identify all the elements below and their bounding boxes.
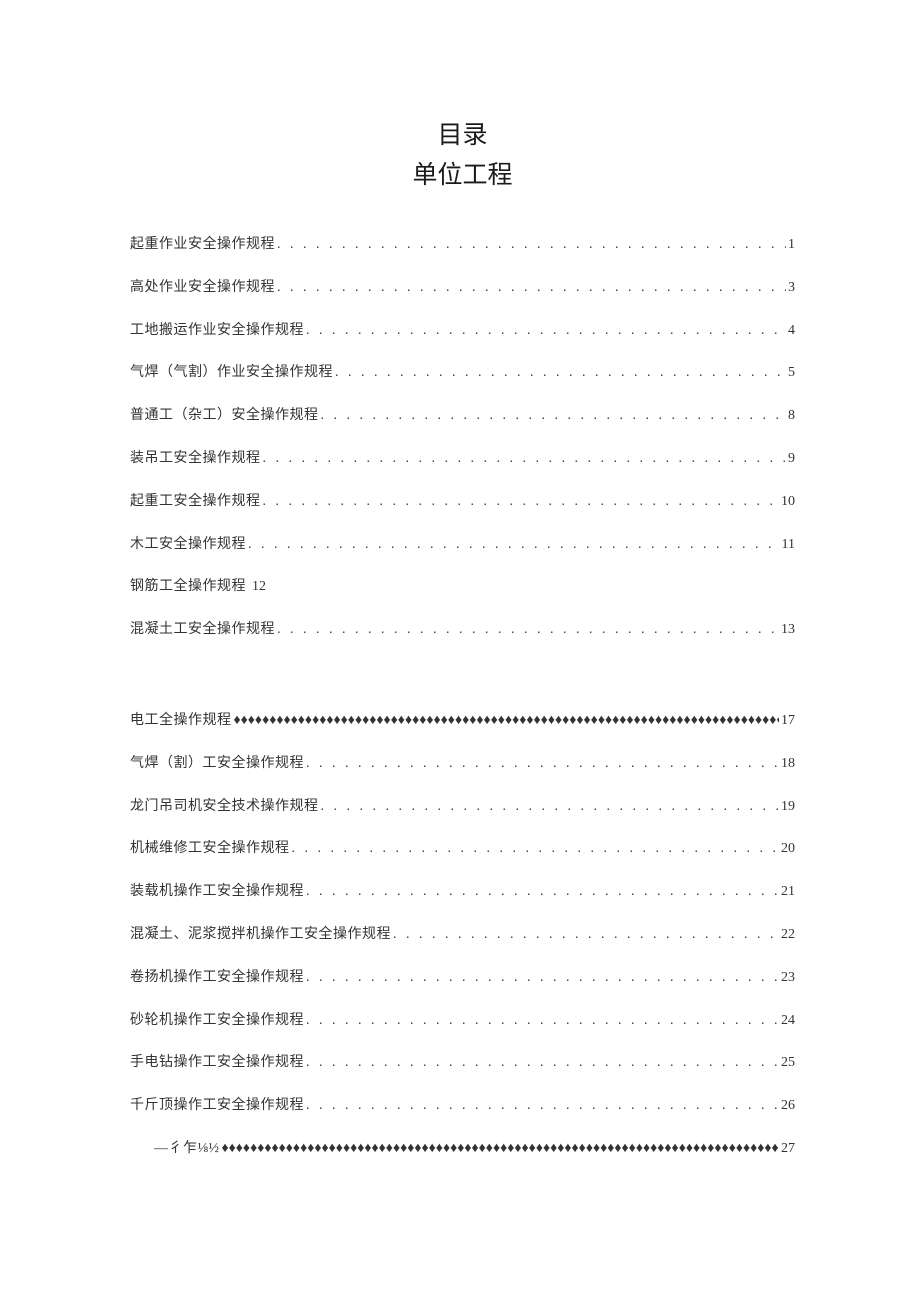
- toc-leader-dots: . . . . . . . . . . . . . . . . . . . . …: [263, 451, 787, 468]
- toc-entry-title: 高处作业安全操作规程: [130, 280, 275, 297]
- toc-entry-page: 23: [781, 970, 795, 987]
- toc-entry: 砂轮机操作工安全操作规程. . . . . . . . . . . . . . …: [130, 1013, 795, 1030]
- toc-entry-title: 木工安全操作规程: [130, 537, 246, 554]
- toc-entry-title: 电工全操作规程: [130, 713, 232, 730]
- toc-leader-dots: . . . . . . . . . . . . . . . . . . . . …: [306, 970, 779, 987]
- toc-leader-dots: . . . . . . . . . . . . . . . . . . . . …: [248, 537, 780, 554]
- toc-entry-page: 4: [788, 323, 795, 340]
- toc-leader-dots: . . . . . . . . . . . . . . . . . . . . …: [277, 280, 786, 297]
- toc-entry: 起重工安全操作规程. . . . . . . . . . . . . . . .…: [130, 494, 795, 511]
- toc-entry: 气焊（割）工安全操作规程. . . . . . . . . . . . . . …: [130, 756, 795, 773]
- toc-leader-dots: . . . . . . . . . . . . . . . . . . . . …: [306, 1055, 779, 1072]
- toc-entry-page: 12: [252, 579, 266, 596]
- toc-entry-page: 26: [781, 1098, 795, 1115]
- table-of-contents: 起重作业安全操作规程. . . . . . . . . . . . . . . …: [130, 237, 795, 1158]
- toc-entry-page: 20: [781, 841, 795, 858]
- toc-entry: 工地搬运作业安全操作规程. . . . . . . . . . . . . . …: [130, 323, 795, 340]
- toc-entry: —彳乍⅛½. . . . . . . . . . . . . . . . . .…: [154, 1141, 795, 1158]
- toc-leader-dots: . . . . . . . . . . . . . . . . . . . . …: [321, 408, 787, 425]
- toc-entry-title: 起重作业安全操作规程: [130, 237, 275, 254]
- toc-entry-page: 11: [782, 537, 795, 554]
- toc-entry: 装载机操作工安全操作规程. . . . . . . . . . . . . . …: [130, 884, 795, 901]
- page-content: 目录 单位工程 起重作业安全操作规程. . . . . . . . . . . …: [0, 0, 920, 1264]
- toc-leader-dots: . . . . . . . . . . . . . . . . . . . . …: [335, 365, 786, 382]
- toc-leader-dots: . . . . . . . . . . . . . . . . . . . . …: [306, 884, 779, 901]
- toc-entry: 千斤顶操作工安全操作规程. . . . . . . . . . . . . . …: [130, 1098, 795, 1115]
- toc-entry-page: 27: [781, 1141, 795, 1158]
- toc-leader-dots: . . . . . . . . . . . . . . . . . . . . …: [292, 841, 780, 858]
- toc-entry-page: 24: [781, 1013, 795, 1030]
- toc-leader-dots: . . . . . . . . . . . . . . . . . . . . …: [277, 622, 779, 639]
- toc-leader-dots: . . . . . . . . . . . . . . . . . . . . …: [306, 1013, 779, 1030]
- toc-entry-page: 8: [788, 408, 795, 425]
- toc-leader-dots: . . . . . . . . . . . . . . . . . . . . …: [321, 799, 780, 816]
- toc-entry-page: 3: [788, 280, 795, 297]
- toc-entry: 机械维修工安全操作规程. . . . . . . . . . . . . . .…: [130, 841, 795, 858]
- toc-entry-page: 9: [788, 451, 795, 468]
- toc-entry-title: 气焊（割）工安全操作规程: [130, 756, 304, 773]
- toc-entry-page: 18: [781, 756, 795, 773]
- toc-entry-page: 19: [781, 799, 795, 816]
- toc-entry: 高处作业安全操作规程. . . . . . . . . . . . . . . …: [130, 280, 795, 297]
- toc-leader-diamonds: ♦♦♦♦♦♦♦♦♦♦♦♦♦♦♦♦♦♦♦♦♦♦♦♦♦♦♦♦♦♦♦♦♦♦♦♦♦♦♦♦…: [234, 713, 780, 730]
- toc-entry-title: 机械维修工安全操作规程: [130, 841, 290, 858]
- toc-entry: 电工全操作规程. . . . . . . . . . . . . . . . .…: [130, 713, 795, 730]
- toc-entry-page: 10: [781, 494, 795, 511]
- toc-entry-title: 起重工安全操作规程: [130, 494, 261, 511]
- toc-entry: 装吊工安全操作规程. . . . . . . . . . . . . . . .…: [130, 451, 795, 468]
- toc-leader-dots: . . . . . . . . . . . . . . . . . . . . …: [306, 756, 779, 773]
- toc-entry-title: 混凝土工安全操作规程: [130, 622, 275, 639]
- toc-entry-title: 普通工（杂工）安全操作规程: [130, 408, 319, 425]
- toc-entry-page: 21: [781, 884, 795, 901]
- toc-entry-title: 砂轮机操作工安全操作规程: [130, 1013, 304, 1030]
- toc-leader-dots: . . . . . . . . . . . . . . . . . . . . …: [277, 237, 786, 254]
- toc-entry: 起重作业安全操作规程. . . . . . . . . . . . . . . …: [130, 237, 795, 254]
- toc-leader-diamonds: ♦♦♦♦♦♦♦♦♦♦♦♦♦♦♦♦♦♦♦♦♦♦♦♦♦♦♦♦♦♦♦♦♦♦♦♦♦♦♦♦…: [222, 1141, 780, 1158]
- toc-entry-title: —彳乍⅛½: [154, 1141, 220, 1158]
- title-line-1: 目录: [437, 121, 487, 149]
- toc-entry-title: 混凝土、泥浆搅拌机操作工安全操作规程: [130, 927, 391, 944]
- toc-entry: 气焊（气割）作业安全操作规程. . . . . . . . . . . . . …: [130, 365, 795, 382]
- toc-entry-page: 25: [781, 1055, 795, 1072]
- toc-leader-dots: . . . . . . . . . . . . . . . . . . . . …: [306, 323, 786, 340]
- toc-entry-page: 13: [781, 622, 795, 639]
- title-line-2: 单位工程: [412, 161, 512, 189]
- toc-entry: 混凝土、泥浆搅拌机操作工安全操作规程. . . . . . . . . . . …: [130, 927, 795, 944]
- toc-entry-page: 5: [788, 365, 795, 382]
- toc-entry: 卷扬机操作工安全操作规程. . . . . . . . . . . . . . …: [130, 970, 795, 987]
- toc-entry-title: 装吊工安全操作规程: [130, 451, 261, 468]
- toc-gap: [130, 665, 795, 713]
- toc-entry-title: 千斤顶操作工安全操作规程: [130, 1098, 304, 1115]
- toc-entry: 钢筋工全操作规程. . . . . . . . . . . . . . . . …: [130, 579, 795, 596]
- toc-entry: 龙门吊司机安全技术操作规程. . . . . . . . . . . . . .…: [130, 799, 795, 816]
- toc-entry-title: 装载机操作工安全操作规程: [130, 884, 304, 901]
- toc-leader-dots: . . . . . . . . . . . . . . . . . . . . …: [393, 927, 779, 944]
- toc-entry-page: 1: [788, 237, 795, 254]
- toc-entry: 普通工（杂工）安全操作规程. . . . . . . . . . . . . .…: [130, 408, 795, 425]
- document-title: 目录 单位工程: [130, 115, 795, 195]
- toc-entry-title: 龙门吊司机安全技术操作规程: [130, 799, 319, 816]
- toc-entry-title: 卷扬机操作工安全操作规程: [130, 970, 304, 987]
- toc-entry-page: 22: [781, 927, 795, 944]
- toc-entry-title: 气焊（气割）作业安全操作规程: [130, 365, 333, 382]
- toc-entry: 手电钻操作工安全操作规程. . . . . . . . . . . . . . …: [130, 1055, 795, 1072]
- toc-entry-title: 手电钻操作工安全操作规程: [130, 1055, 304, 1072]
- toc-entry-title: 工地搬运作业安全操作规程: [130, 323, 304, 340]
- toc-entry-title: 钢筋工全操作规程: [130, 579, 246, 596]
- toc-entry: 木工安全操作规程. . . . . . . . . . . . . . . . …: [130, 537, 795, 554]
- toc-leader-dots: . . . . . . . . . . . . . . . . . . . . …: [306, 1098, 779, 1115]
- toc-entry: 混凝土工安全操作规程. . . . . . . . . . . . . . . …: [130, 622, 795, 639]
- toc-entry-page: 17: [781, 713, 795, 730]
- toc-leader-dots: . . . . . . . . . . . . . . . . . . . . …: [263, 494, 780, 511]
